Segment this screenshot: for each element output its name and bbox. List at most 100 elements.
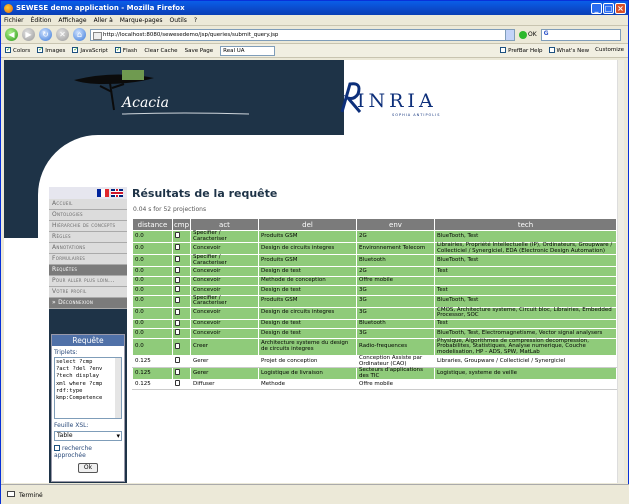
cmp-cell[interactable] — [172, 242, 191, 255]
approx-search-option[interactable]: recherche approchée — [52, 442, 124, 460]
competence-doc-icon[interactable] — [175, 232, 180, 239]
menu-go[interactable]: Aller à — [94, 17, 113, 24]
env-cell: Bluetooth — [356, 254, 435, 267]
french-flag-icon[interactable] — [97, 189, 109, 197]
page-content: Acacia INRIA SOPHIA ANTIPOLIS Accueil On… — [4, 60, 624, 483]
column-header-del[interactable]: del — [258, 218, 357, 231]
competence-doc-icon[interactable] — [175, 296, 180, 303]
menu-file[interactable]: Fichier — [4, 17, 24, 24]
url-dropdown-icon[interactable] — [505, 29, 514, 40]
column-header-cmp[interactable]: cmp — [172, 218, 191, 231]
competence-doc-icon[interactable] — [175, 319, 180, 326]
cmp-cell[interactable] — [172, 254, 191, 267]
env-cell: Offre mobile — [356, 379, 435, 390]
whats-new-link[interactable]: What's New — [548, 47, 589, 54]
flash-toggle[interactable]: Flash — [114, 46, 137, 54]
cmp-cell[interactable] — [172, 285, 191, 296]
sidebar-item-regles[interactable]: Règles — [49, 232, 127, 243]
ok-button[interactable]: Ok — [78, 463, 98, 473]
search-field[interactable]: G — [540, 28, 621, 41]
approx-checkbox[interactable] — [54, 445, 60, 451]
competence-doc-icon[interactable] — [175, 369, 180, 376]
forward-icon[interactable]: ▶ — [22, 28, 35, 41]
stop-icon[interactable]: ✕ — [56, 28, 69, 41]
page-scrollbar[interactable] — [617, 60, 624, 483]
competence-doc-icon[interactable] — [175, 329, 180, 335]
cmp-cell[interactable] — [172, 379, 191, 390]
triplets-label: Triplets: — [54, 349, 78, 356]
customize-button[interactable]: Customize — [595, 47, 624, 54]
sidebar: Accueil Ontologies Hiérarchie de concept… — [49, 187, 127, 483]
colors-toggle[interactable]: Colors — [5, 46, 30, 54]
sidebar-item-hierarchie[interactable]: Hiérarchie de concepts — [49, 221, 127, 232]
query-time: 0.04 s for 52 projections — [133, 206, 207, 213]
cmp-cell[interactable] — [172, 318, 191, 329]
save-page-button[interactable]: Save Page — [185, 48, 214, 54]
column-header-act[interactable]: act — [190, 218, 259, 231]
tech-cell: Test — [434, 318, 617, 329]
cmp-cell[interactable] — [172, 367, 191, 380]
del-cell: Logistique de livraison — [258, 367, 357, 380]
competence-doc-icon[interactable] — [175, 308, 180, 315]
menu-edit[interactable]: Édition — [31, 17, 52, 24]
competence-doc-icon[interactable] — [175, 276, 180, 283]
column-header-env[interactable]: env — [356, 218, 435, 231]
textarea-scrollbar[interactable] — [115, 358, 121, 418]
images-toggle[interactable]: Images — [37, 46, 65, 54]
env-cell: 3G — [356, 306, 435, 320]
table-row: 0.0 Concevoir Design de circuits integres E… — [132, 242, 617, 255]
ua-select[interactable]: Real UA — [220, 45, 276, 56]
go-button[interactable]: OK — [519, 30, 537, 39]
minimize-button[interactable]: _ — [591, 2, 602, 14]
menu-help[interactable]: ? — [194, 17, 197, 24]
maximize-button[interactable]: □ — [603, 2, 614, 14]
back-icon[interactable]: ◀ — [5, 28, 18, 41]
request-panel: Requête Triplets: select ?cmp ?act ?del … — [51, 334, 125, 482]
prefbar-help-link[interactable]: PrefBar Help — [500, 47, 543, 54]
del-cell: Design de test — [258, 285, 357, 296]
cmp-cell[interactable] — [172, 306, 191, 320]
url-field[interactable]: http://localhost:8080/sewesedemo/jsp/que… — [90, 28, 515, 41]
menu-view[interactable]: Affichage — [58, 17, 86, 24]
uk-flag-icon[interactable] — [111, 189, 123, 197]
sidebar-item-deconnexion[interactable]: » Déconnexion — [49, 298, 127, 309]
menu-tools[interactable]: Outils — [170, 17, 187, 24]
sidebar-item-annotations[interactable]: Annotations — [49, 243, 127, 254]
cmp-cell[interactable] — [172, 230, 191, 243]
column-header-distance[interactable]: distance — [132, 218, 173, 231]
sidebar-item-accueil[interactable]: Accueil — [49, 199, 127, 210]
prefbar-toolbar: Colors Images JavaScript Flash Clear Cac… — [1, 44, 628, 58]
competence-doc-icon[interactable] — [175, 380, 180, 386]
cmp-cell[interactable] — [172, 275, 191, 286]
sidebar-item-votre-profil[interactable]: Votre profil — [49, 287, 127, 298]
title-bar: SEWESE demo application - Mozilla Firefo… — [1, 1, 628, 15]
table-row: 0.125 Gerer Projet de conception Conception… — [132, 355, 617, 368]
tech-cell: BlueTooth, Test — [434, 294, 617, 308]
home-icon[interactable]: ⌂ — [73, 28, 86, 41]
sidebar-item-requetes[interactable]: Requêtes — [49, 265, 127, 276]
competence-doc-icon[interactable] — [175, 342, 180, 349]
clear-cache-button[interactable]: Clear Cache — [144, 48, 177, 54]
column-header-tech[interactable]: tech — [434, 218, 617, 231]
checkbox-icon — [37, 46, 43, 53]
firefox-icon — [4, 3, 13, 13]
cmp-cell[interactable] — [172, 355, 191, 368]
competence-doc-icon[interactable] — [175, 357, 180, 364]
sidebar-item-pour-aller-plus-loin[interactable]: Pour aller plus loin... — [49, 276, 127, 287]
sidebar-item-formulaires[interactable]: Formulaires — [49, 254, 127, 265]
competence-doc-icon[interactable] — [175, 244, 180, 251]
reload-icon[interactable]: ↻ — [39, 28, 52, 41]
cmp-cell[interactable] — [172, 328, 191, 339]
cmp-cell[interactable] — [172, 294, 191, 308]
close-button[interactable]: × — [615, 2, 626, 14]
cmp-cell[interactable] — [172, 337, 191, 356]
competence-doc-icon[interactable] — [175, 267, 180, 273]
xsl-select[interactable]: Table — [54, 431, 122, 441]
javascript-toggle[interactable]: JavaScript — [72, 46, 108, 54]
competence-doc-icon[interactable] — [175, 286, 180, 292]
sidebar-item-ontologies[interactable]: Ontologies — [49, 210, 127, 221]
competence-doc-icon[interactable] — [175, 256, 180, 263]
menu-bookmarks[interactable]: Marque-pages — [120, 17, 163, 24]
cmp-cell[interactable] — [172, 266, 191, 277]
triplets-textarea[interactable]: select ?cmp ?act ?del ?env ?tech display… — [54, 357, 122, 419]
